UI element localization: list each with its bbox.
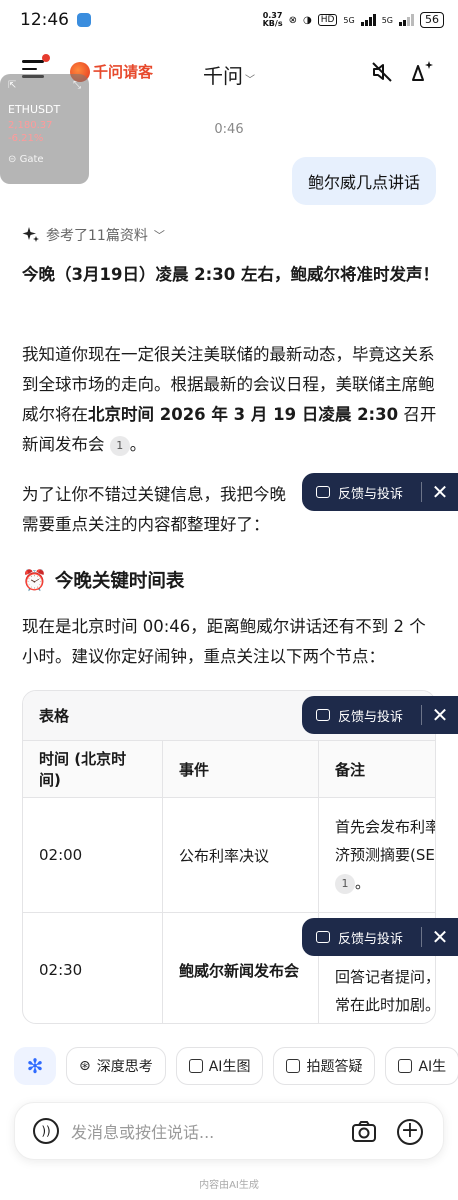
feedback-label: 反馈与投诉 (338, 486, 404, 502)
signal-label-1: 5G (343, 15, 355, 25)
section-title: 今晚关键时间表 (54, 571, 185, 592)
camera-icon[interactable] (351, 1119, 377, 1145)
feedback-icon (316, 931, 330, 943)
close-icon[interactable]: ✕ (422, 473, 458, 511)
battery-icon: 56 (420, 12, 444, 28)
status-icons: 0.37 KB/s ⊗ ◑ HD 5G 5G 56 (263, 12, 444, 28)
note-line: 常在此时加剧。 (335, 996, 436, 1014)
note-line: 。 (355, 874, 371, 892)
p1-end: 。 (129, 435, 147, 454)
close-icon[interactable]: ✕ (422, 918, 458, 956)
feedback-pill[interactable]: 反馈与投诉 ✕ (302, 918, 458, 956)
feedback-icon (316, 709, 330, 721)
ticker-controls: ⇱ ⤡ (8, 80, 81, 91)
gate-logo-icon: ⊝ (8, 154, 17, 165)
net-speed: 0.37 KB/s (263, 12, 283, 28)
close-icon[interactable]: ✕ (422, 696, 458, 734)
note-line: 回答记者提问， (335, 968, 436, 986)
chip-photo-question[interactable]: 拍题答疑 (273, 1047, 376, 1085)
table-cell-event: 公布利率决议 (163, 798, 319, 912)
mute-speaker-icon[interactable] (370, 60, 394, 84)
note-text: 回答记者提问， 常在此时加剧。 (335, 963, 436, 1019)
chip-label: 拍题答疑 (306, 1059, 363, 1075)
answer-paragraph-1: 我知道你现在一定很关注美联储的最新动态，毕竟这关系到全球市场的走向。根据最新的会… (22, 340, 440, 460)
table-cell-time: 02:00 (23, 798, 163, 912)
feedback-label: 反馈与投诉 (338, 931, 404, 947)
quick-action-chips: ✻ ⊛ 深度思考 AI生图 拍题答疑 AI生 (14, 1047, 458, 1085)
status-bar: 12:46 0.37 KB/s ⊗ ◑ HD 5G 5G 56 (0, 0, 458, 40)
new-chat-sparkle-icon[interactable] (410, 58, 436, 84)
user-message-bubble[interactable]: 鲍尔威几点讲话 (291, 157, 436, 205)
camera-icon (286, 1059, 301, 1073)
ticker-source-label: Gate (19, 154, 44, 165)
p2-text: 为了让你不错过关键信息，我把今晚 (22, 485, 286, 504)
sparkle-icon (22, 227, 39, 242)
collapse-icon[interactable]: ⤡ (73, 80, 81, 91)
references-toggle[interactable]: 参考了11篇资料 ﹀ (22, 225, 165, 245)
chip-label: AI生图 (208, 1059, 251, 1075)
nfc-icon: ◑ (302, 14, 312, 26)
atom-icon: ⊛ (79, 1058, 91, 1074)
answer-headline: 今晚（3月19日）凌晨 2:30 左右，鲍威尔将准时发声！ (22, 265, 439, 284)
table-cell-event: 鲍威尔新闻发布会 (163, 913, 319, 1023)
ticker-symbol: ETHUSDT (8, 103, 61, 116)
net-speed-unit: KB/s (262, 19, 283, 28)
edit-icon (398, 1059, 413, 1073)
plus-icon[interactable]: + (397, 1119, 423, 1145)
p1-bold-text: 北京时间 2026 年 3 月 19 日凌晨 2:30 (88, 405, 399, 424)
ticker-source: ⊝ Gate (8, 154, 81, 165)
image-icon (188, 1059, 203, 1073)
references-label: 参考了11篇资料 (46, 228, 148, 244)
status-time: 12:46 (20, 10, 69, 30)
message-input-bar[interactable]: )) 发消息或按住说话... + (14, 1102, 444, 1160)
feedback-pill[interactable]: 反馈与投诉 ✕ (302, 473, 458, 511)
signal-icon-1 (360, 14, 376, 26)
table-header-cell: 事件 (163, 741, 319, 797)
message-input[interactable]: 发消息或按住说话... (71, 1119, 214, 1143)
schedule-table-card: 表格 时间 (北京时间) 事件 备注 02:00 公布利率决议 首先会发布利率 … (22, 690, 436, 1024)
page-title: 千问 (203, 64, 243, 88)
chip-label: 深度思考 (96, 1059, 153, 1075)
link-icon: ⊗ (288, 14, 297, 26)
hd-icon: HD (317, 14, 338, 26)
ai-disclaimer: 内容由AI生成 (199, 1180, 259, 1191)
expand-icon[interactable]: ⇱ (8, 80, 16, 91)
note-text: 首先会发布利率 济预测摘要(SE 1。 (335, 813, 436, 897)
feedback-label: 反馈与投诉 (338, 709, 404, 725)
chip-label: AI生 (418, 1059, 447, 1075)
note-line: 首先会发布利率 (335, 818, 436, 836)
feedback-icon (316, 486, 330, 498)
chip-deep-thinking[interactable]: ⊛ 深度思考 (66, 1047, 166, 1085)
table-cell-note: 首先会发布利率 济预测摘要(SE 1。 (319, 798, 436, 912)
p2-text-cont: 需要重点关注的内容都整理好了： (22, 515, 270, 534)
signal-icon-2 (399, 14, 414, 26)
feedback-pill[interactable]: 反馈与投诉 ✕ (302, 696, 458, 734)
note-line: 济预测摘要(SE (335, 846, 435, 864)
chip-ai-more[interactable]: AI生 (385, 1047, 458, 1085)
citation-badge[interactable]: 1 (335, 873, 355, 894)
answer-paragraph-3: 现在是北京时间 00:46，距离鲍威尔讲话还有不到 2 个小时。建议你定好闹钟，… (22, 617, 426, 666)
schedule-table[interactable]: 时间 (北京时间) 事件 备注 02:00 公布利率决议 首先会发布利率 济预测… (23, 741, 436, 1023)
chip-assistant[interactable]: ✻ (14, 1047, 56, 1085)
table-cell-time: 02:30 (23, 913, 163, 1023)
table-header-cell: 时间 (北京时间) (23, 741, 163, 797)
signal-label-2: 5G (381, 15, 393, 25)
chip-ai-image[interactable]: AI生图 (175, 1047, 264, 1085)
asterisk-icon: ✻ (26, 1054, 44, 1078)
notification-app-icon (77, 13, 91, 27)
alarm-clock-icon: ⏰ (22, 568, 47, 592)
section-heading: ⏰ 今晚关键时间表 (22, 567, 184, 593)
table-row: 02:00 公布利率决议 首先会发布利率 济预测摘要(SE 1。 (23, 798, 436, 913)
chevron-down-icon: ﹀ (153, 229, 165, 242)
voice-input-icon[interactable]: )) (33, 1118, 59, 1144)
message-timestamp: 0:46 (214, 122, 244, 137)
table-header-row: 时间 (北京时间) 事件 备注 (23, 741, 435, 798)
chevron-down-icon: ﹀ (245, 75, 255, 86)
citation-badge[interactable]: 1 (109, 435, 130, 456)
table-header-cell: 备注 (319, 741, 435, 797)
